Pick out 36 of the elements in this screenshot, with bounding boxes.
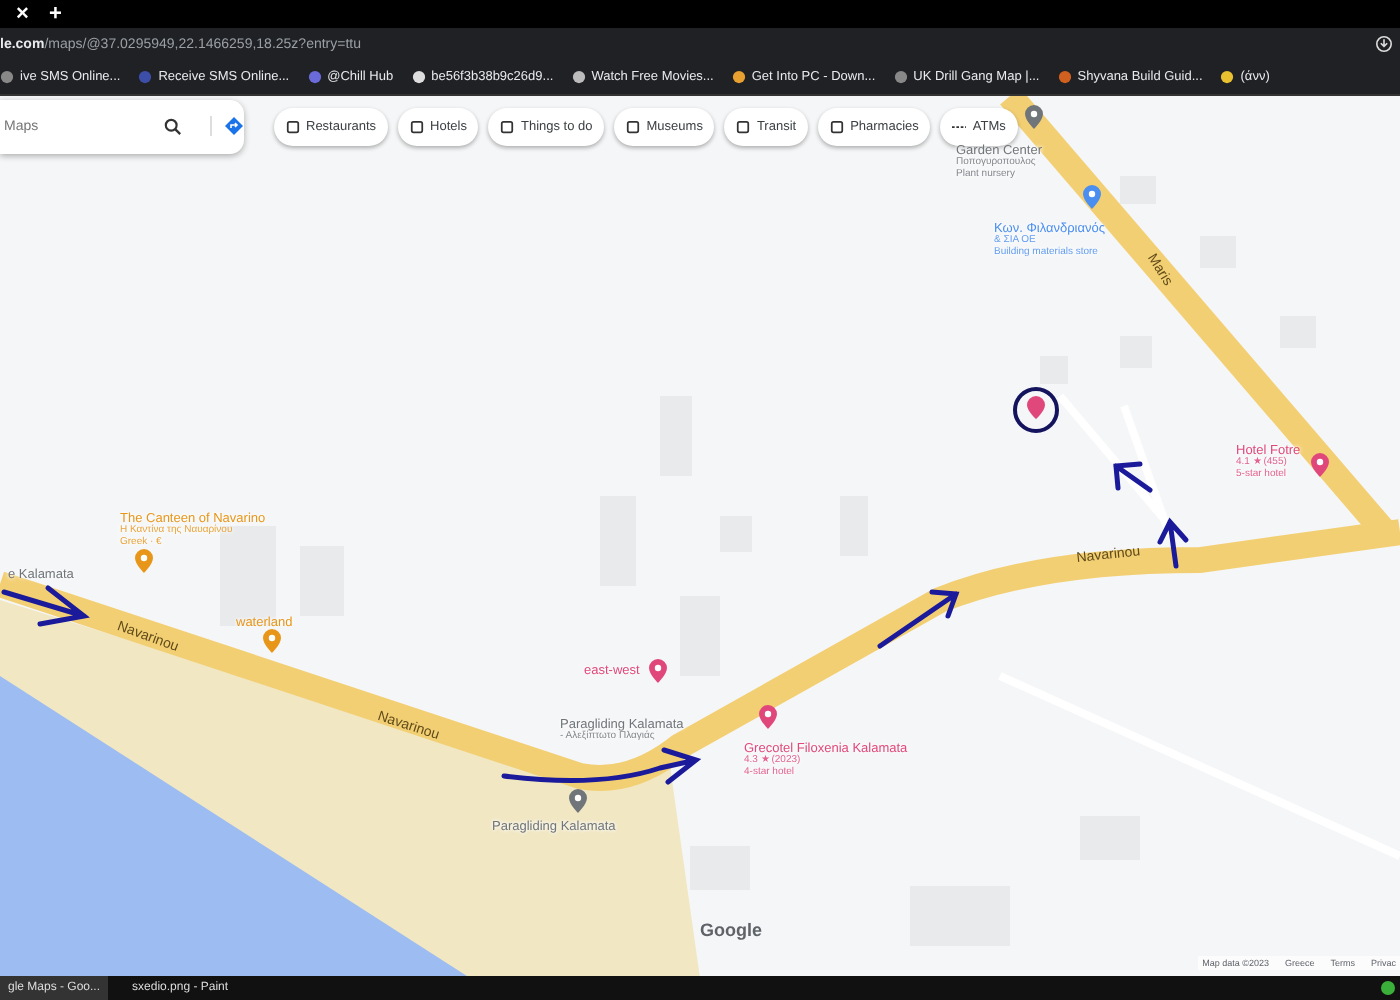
favicon-icon <box>411 70 426 85</box>
download-icon[interactable] <box>1376 36 1392 53</box>
favicon-icon <box>138 70 153 85</box>
map-pin-icon[interactable] <box>568 787 588 814</box>
map-pin-icon[interactable] <box>1082 183 1102 210</box>
close-tab-button[interactable]: × <box>16 1 29 26</box>
map-pin-icon[interactable] <box>1024 103 1044 130</box>
drawn-arrow <box>1156 515 1192 572</box>
map-pin-icon[interactable] <box>1310 451 1330 478</box>
category-icon <box>736 119 751 134</box>
favicon-icon <box>893 70 908 85</box>
tray-icon[interactable] <box>1380 980 1396 996</box>
directions-icon[interactable] <box>210 116 244 137</box>
category-icon <box>410 119 425 134</box>
favicon-icon <box>571 70 586 85</box>
favicon-icon <box>0 70 14 85</box>
building-shape <box>1040 355 1068 384</box>
favicon-icon <box>1220 70 1235 85</box>
new-tab-button[interactable]: + <box>48 1 62 26</box>
category-icon <box>286 119 300 134</box>
map-pin-icon[interactable] <box>134 547 154 574</box>
favicon-icon <box>731 70 746 85</box>
map-pin-icon[interactable] <box>758 703 778 730</box>
favicon-icon <box>1057 70 1072 85</box>
drawn-arrow <box>0 583 92 628</box>
building-shape <box>1120 175 1156 204</box>
map-pin-icon[interactable] <box>262 627 282 654</box>
category-icon <box>830 119 845 134</box>
google-logo: Google <box>700 919 762 940</box>
favicon-icon <box>307 70 322 85</box>
building-shape <box>690 845 750 890</box>
category-icon <box>500 119 515 134</box>
map-pin-icon[interactable] <box>648 657 668 684</box>
circled-pin-drawing <box>1012 385 1060 434</box>
category-icon <box>626 119 641 134</box>
search-icon[interactable] <box>164 117 182 136</box>
